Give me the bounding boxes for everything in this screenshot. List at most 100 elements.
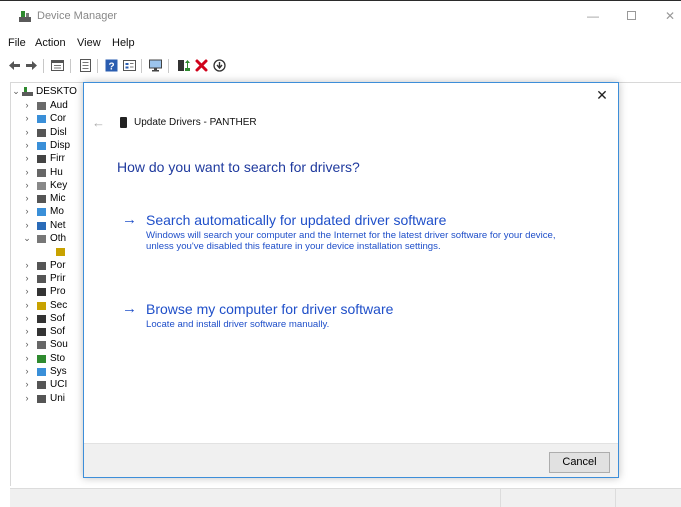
- browse-computer-title[interactable]: Browse my computer for driver software: [146, 300, 393, 318]
- unknown-device-icon: [56, 248, 65, 257]
- details-icon[interactable]: [78, 58, 93, 73]
- help-icon[interactable]: ?: [104, 58, 119, 73]
- chevron-right-icon[interactable]: ›: [22, 220, 32, 230]
- menu-action[interactable]: Action: [35, 37, 66, 49]
- cancel-button[interactable]: Cancel: [549, 452, 610, 473]
- tree-item-sys[interactable]: › Sys: [11, 366, 91, 379]
- menu-help[interactable]: Help: [112, 37, 135, 49]
- tree-item-label: Sto: [50, 352, 66, 364]
- title-bar[interactable]: Device Manager — ✕: [0, 1, 681, 31]
- chevron-right-icon[interactable]: ›: [22, 326, 32, 336]
- tree-item-disl[interactable]: › Disl: [11, 127, 91, 140]
- tree-item-disp[interactable]: › Disp: [11, 140, 91, 153]
- chevron-right-icon[interactable]: ›: [22, 379, 32, 389]
- update-driver-icon[interactable]: [176, 58, 191, 73]
- tree-item-sof[interactable]: › Sof: [11, 313, 91, 326]
- chevron-right-icon[interactable]: ›: [22, 300, 32, 310]
- chevron-right-icon[interactable]: ›: [22, 180, 32, 190]
- tree-item-label: UCI: [50, 379, 68, 391]
- dialog-heading: How do you want to search for drivers?: [117, 159, 360, 175]
- tree-item-key[interactable]: › Key: [11, 180, 91, 193]
- back-arrow-icon[interactable]: ←: [92, 115, 105, 130]
- tree-item-uci[interactable]: › UCI: [11, 379, 91, 392]
- back-arrow-icon[interactable]: [7, 58, 22, 73]
- tree-item-prir[interactable]: › Prir: [11, 273, 91, 286]
- tree-item-label: Sec: [50, 299, 68, 311]
- menu-view[interactable]: View: [77, 37, 101, 49]
- update-drivers-dialog: ✕ ← Update Drivers - PANTHER How do you …: [83, 82, 619, 478]
- tree-item-cor[interactable]: › Cor: [11, 113, 91, 126]
- browse-computer-option[interactable]: → Browse my computer for driver software…: [122, 300, 592, 336]
- processor-icon: [37, 288, 46, 297]
- tree-item-por[interactable]: › Por: [11, 260, 91, 273]
- chevron-right-icon[interactable]: ›: [22, 260, 32, 270]
- tree-item-sou[interactable]: › Sou: [11, 339, 91, 352]
- display-icon: [37, 141, 46, 150]
- uninstall-icon[interactable]: [194, 58, 209, 73]
- device-manager-app-icon: [19, 11, 31, 22]
- arrow-right-icon: →: [122, 211, 137, 228]
- properties-icon[interactable]: [50, 58, 65, 73]
- chevron-right-icon[interactable]: ›: [22, 273, 32, 283]
- menu-file[interactable]: File: [8, 37, 26, 49]
- chevron-right-icon[interactable]: ›: [22, 313, 32, 323]
- tree-item-uni[interactable]: › Uni: [11, 393, 91, 406]
- chevron-right-icon[interactable]: ›: [22, 100, 32, 110]
- forward-arrow-icon[interactable]: [24, 58, 39, 73]
- computer-root-icon: [22, 87, 33, 96]
- tree-item-mo[interactable]: › Mo: [11, 206, 91, 219]
- tree-item-label: Mo: [50, 206, 64, 218]
- chevron-right-icon[interactable]: ›: [22, 206, 32, 216]
- chevron-right-icon[interactable]: ›: [22, 193, 32, 203]
- chevron-right-icon[interactable]: ›: [22, 153, 32, 163]
- monitor-icon[interactable]: [148, 58, 163, 73]
- tree-item-label: Disp: [50, 139, 71, 151]
- chevron-right-icon[interactable]: ›: [22, 167, 32, 177]
- tree-item-hu[interactable]: › Hu: [11, 167, 91, 180]
- chevron-right-icon[interactable]: ›: [22, 113, 32, 123]
- system-icon: [37, 368, 46, 376]
- search-automatically-option[interactable]: → Search automatically for updated drive…: [122, 211, 592, 271]
- chevron-down-icon[interactable]: ⌄: [22, 233, 32, 244]
- sound-icon: [37, 341, 46, 350]
- tree-root[interactable]: ⌄ DESKTO: [11, 86, 91, 99]
- toolbar-separator: [43, 59, 44, 73]
- tree-item-pro[interactable]: › Pro: [11, 286, 91, 299]
- tree-item-sof[interactable]: › Sof: [11, 326, 91, 339]
- close-window-button[interactable]: ✕: [659, 7, 681, 25]
- tree-item-label: Sof: [50, 312, 66, 324]
- minimize-button[interactable]: —: [582, 7, 604, 25]
- dialog-close-button[interactable]: ✕: [594, 87, 610, 103]
- device-icon: [120, 117, 127, 128]
- tree-item-label: Firr: [50, 153, 65, 165]
- tree-item-child[interactable]: [11, 246, 91, 259]
- chevron-right-icon[interactable]: ›: [22, 393, 32, 403]
- tree-item-sto[interactable]: › Sto: [11, 353, 91, 366]
- port-icon: [37, 261, 46, 270]
- chevron-right-icon[interactable]: ›: [22, 339, 32, 349]
- search-automatically-title[interactable]: Search automatically for updated driver …: [146, 211, 446, 229]
- tree-item-label: Aud: [50, 100, 68, 111]
- hid-icon: [37, 168, 46, 177]
- chevron-right-icon[interactable]: ›: [22, 366, 32, 376]
- tree-item-aud[interactable]: › Aud: [11, 100, 91, 113]
- chevron-down-icon[interactable]: ⌄: [11, 86, 21, 97]
- tree-item-label: Pro: [50, 286, 66, 298]
- printer-icon: [37, 274, 46, 283]
- tree-item-firr[interactable]: › Firr: [11, 153, 91, 166]
- tree-item-net[interactable]: › Net: [11, 220, 91, 233]
- tree-item-sec[interactable]: › Sec: [11, 300, 91, 313]
- enable-icon[interactable]: [212, 58, 227, 73]
- view-icon[interactable]: [122, 58, 137, 73]
- tree-item-mic[interactable]: › Mic: [11, 193, 91, 206]
- tree-item-oth[interactable]: ⌄ Oth: [11, 233, 91, 246]
- mouse-icon: [37, 195, 46, 204]
- maximize-icon: [626, 11, 636, 20]
- chevron-right-icon[interactable]: ›: [22, 127, 32, 137]
- tree-item-label: Por: [50, 259, 66, 271]
- maximize-button[interactable]: [620, 7, 642, 25]
- chevron-right-icon[interactable]: ›: [22, 140, 32, 150]
- speaker-icon: [37, 102, 46, 110]
- chevron-right-icon[interactable]: ›: [22, 286, 32, 296]
- chevron-right-icon[interactable]: ›: [22, 353, 32, 363]
